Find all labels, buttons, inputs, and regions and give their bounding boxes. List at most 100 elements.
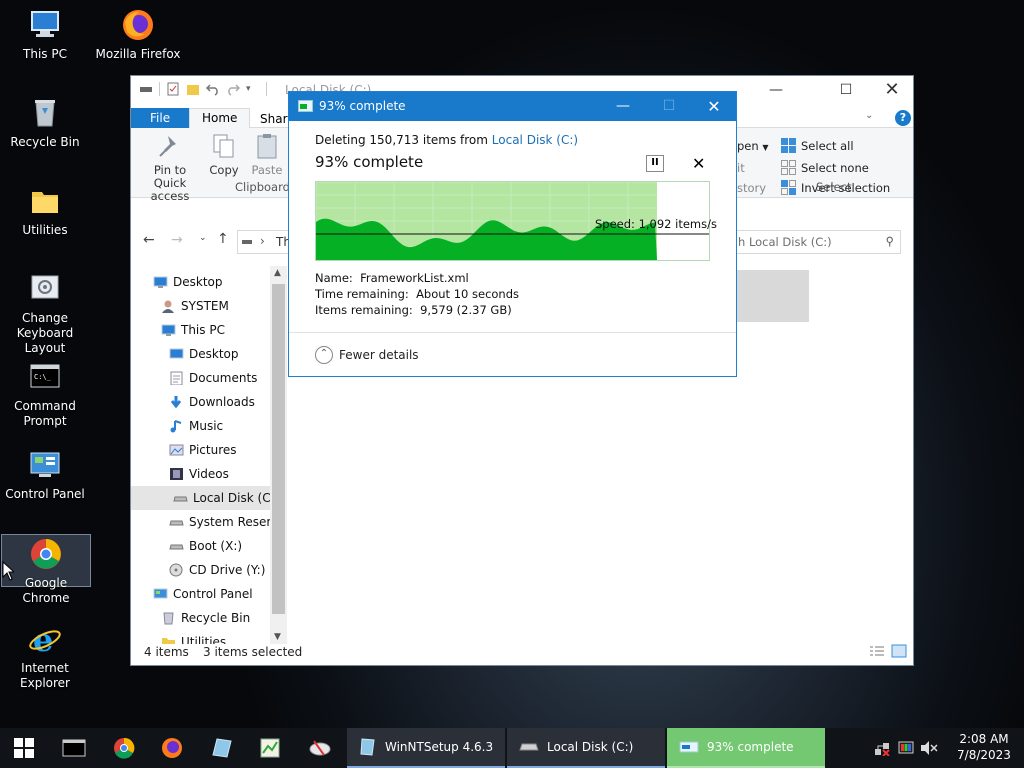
paste-button[interactable]: Paste [251,132,283,177]
tree-item-label: Recycle Bin [181,611,251,625]
source-link[interactable]: Local Disk (C:) [492,133,578,147]
fewer-details-button[interactable]: ⌃ Fewer details [315,346,419,364]
dialog-title: 93% complete [319,99,406,113]
desktop-icon-firefox[interactable]: Mozilla Firefox [93,8,183,62]
drive-icon [139,82,153,96]
navigation-scrollbar[interactable]: ▲ ▼ [270,266,287,644]
tree-item[interactable]: Documents [169,366,257,390]
new-folder-icon[interactable] [186,82,200,96]
pause-button[interactable]: II [646,155,664,172]
drive-icon [519,743,539,751]
taskbar-firefox[interactable] [148,728,196,768]
tree-item[interactable]: Desktop [153,270,223,294]
tree-item[interactable]: Music [169,414,223,438]
delete-progress-dialog[interactable]: 93% complete — ☐ ✕ Deleting 150,713 item… [288,91,737,377]
up-icon[interactable]: ↑ [217,231,229,247]
volume-muted-icon[interactable] [920,740,938,759]
expand-ribbon-icon[interactable]: ⌄ [865,110,873,121]
desktop-icon-label: Google Chrome [22,576,70,605]
undo-icon[interactable] [205,82,220,96]
user-icon [161,297,176,313]
taskbar-app-crystal[interactable] [198,728,246,768]
back-icon[interactable]: ← [143,232,155,248]
redo-icon[interactable] [226,82,241,96]
tree-item-label: Pictures [189,443,237,457]
search-input[interactable]: h Local Disk (C:) ⚲ [731,230,901,254]
clock[interactable]: 2:08 AM 7/8/2023 [944,731,1024,763]
item-count: 4 items [144,645,189,659]
minimize-button[interactable]: — [753,76,799,104]
desktop-icon-this-pc[interactable]: This PC [0,8,90,62]
details-view-icon[interactable] [869,645,885,662]
tree-item[interactable]: SYSTEM [161,294,229,318]
tab-home[interactable]: Home [189,108,251,129]
desktop-icon-internet-explorer[interactable]: e Internet Explorer [0,621,90,691]
taskbar-task-winntsetup[interactable]: WinNTSetup 4.6.3 [347,728,505,768]
taskbar-chrome[interactable] [100,728,148,768]
desktop-icon-chrome[interactable]: Google Chrome [1,534,91,605]
recent-locations-icon[interactable]: ⌄ [199,233,207,243]
system-tray: 2:08 AM 7/8/2023 [874,728,1024,768]
tree-item-label: SYSTEM [181,299,229,313]
terminal-icon: C:\_ [28,360,62,394]
select-all-button[interactable]: Select all [781,138,854,153]
tree-item[interactable]: Boot (X:) [169,534,242,558]
tree-item[interactable]: Downloads [169,390,255,414]
tree-item[interactable]: Recycle Bin [161,606,250,630]
large-icons-view-icon[interactable] [891,644,907,661]
tree-item[interactable]: This PC [161,318,225,342]
status-bar: 4 items 3 items selected [131,641,913,665]
close-button[interactable]: ✕ [869,76,915,104]
maximize-button[interactable]: ☐ [823,76,869,104]
taskbar-command-prompt[interactable] [50,728,98,768]
copy-button[interactable]: Copy [209,132,239,177]
properties-icon[interactable] [166,82,180,96]
tree-item[interactable]: Desktop [169,342,239,366]
tree-item[interactable]: System Reserve [169,510,286,534]
desktop-icon-label: Mozilla Firefox [95,47,181,61]
desktop-icon-command-prompt[interactable]: C:\_ Command Prompt [0,360,90,429]
desktop-icon-label: This PC [23,47,67,61]
cancel-button[interactable]: ✕ [692,154,705,173]
taskbar-app-chart[interactable] [246,728,294,768]
desktop-icon-label: Utilities [22,223,68,237]
pin-quick-access-button[interactable]: Pin to Quick access [135,132,205,203]
desktop-icon [153,273,168,288]
clock-date: 7/8/2023 [957,748,1011,762]
scroll-up-icon[interactable]: ▲ [274,268,281,278]
desktop-icon-change-keyboard[interactable]: Change Keyboard Layout [0,272,90,356]
dialog-title-bar[interactable]: 93% complete — ☐ ✕ [289,92,736,121]
dialog-maximize-button[interactable]: ☐ [646,92,692,121]
taskbar-app-tool[interactable] [296,728,344,768]
clock-time: 2:08 AM [959,732,1009,746]
tree-item[interactable]: Control Panel [153,582,253,606]
forward-icon[interactable]: → [171,232,183,248]
taskbar-task-local-disk[interactable]: Local Disk (C:) [507,728,665,768]
tree-item[interactable]: Local Disk (C:) [131,486,279,510]
desktop-icon-control-panel[interactable]: Control Panel [0,448,90,502]
select-none-icon [781,160,796,175]
tree-item[interactable]: Videos [169,462,229,486]
history-button-partial[interactable]: story [737,181,766,195]
taskbar-task-progress[interactable]: 93% complete [667,728,825,768]
dialog-close-button[interactable]: ✕ [691,92,737,121]
chevron-down-icon[interactable]: ▾ [246,82,260,96]
windows-logo-icon [14,738,34,758]
desktop-icon-label: Recycle Bin [10,135,80,149]
desktop-icon-recycle-bin[interactable]: Recycle Bin [0,96,90,150]
tab-file[interactable]: File [131,108,190,128]
tree-item-label: Documents [189,371,258,385]
start-button[interactable] [0,728,48,768]
select-none-button[interactable]: Select none [781,160,869,175]
network-icon[interactable] [874,740,890,759]
tree-item-label: Boot (X:) [189,539,243,553]
desktop-icon-utilities[interactable]: Utilities [0,184,90,238]
display-color-icon[interactable] [898,740,914,759]
help-icon[interactable]: ? [895,110,911,126]
edit-button-partial[interactable]: it [737,161,745,175]
open-button-partial[interactable]: pen ▼ [737,139,768,153]
dialog-minimize-button[interactable]: — [600,92,646,121]
tree-item[interactable]: Pictures [169,438,237,462]
scrollbar-thumb[interactable] [272,284,285,614]
tree-item[interactable]: CD Drive (Y:) H [169,558,278,582]
